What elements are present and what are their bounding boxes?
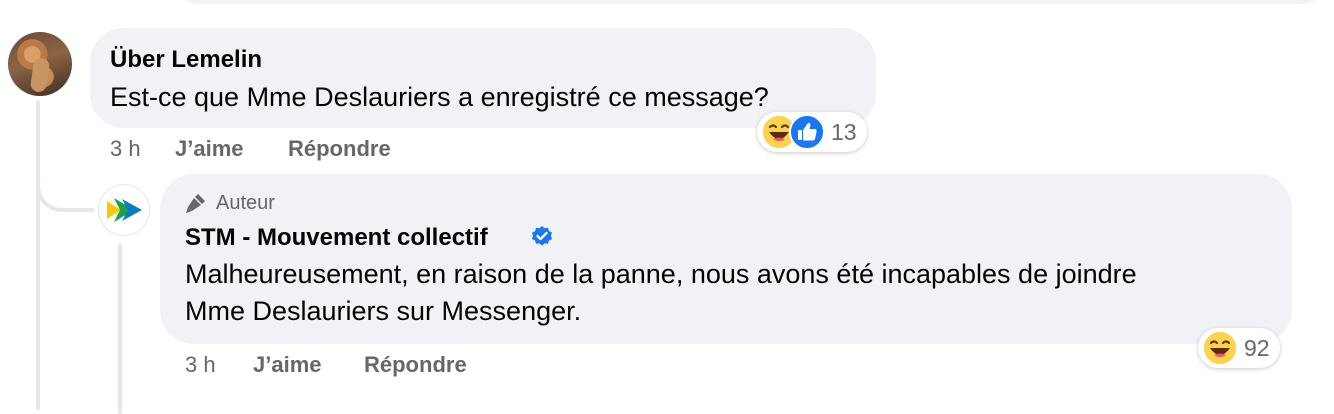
comment-text: Est-ce que Mme Deslauriers a enregistré …	[110, 82, 769, 112]
like-button[interactable]: J’aime	[175, 136, 244, 162]
reply-reply-button[interactable]: Répondre	[364, 352, 467, 378]
author-badge-label: Auteur	[216, 191, 275, 214]
comment-author-name[interactable]: Über Lemelin	[110, 46, 262, 74]
comment-timestamp[interactable]: 3 h	[110, 136, 141, 162]
author-badge: Auteur	[184, 190, 275, 216]
reply-thread-line	[118, 244, 122, 414]
reply-text-line-2: Mme Deslauriers sur Messenger.	[185, 296, 582, 326]
reply-reactions[interactable]: 92	[1198, 328, 1280, 368]
reply-timestamp[interactable]: 3 h	[185, 352, 216, 378]
thread-connector	[36, 150, 94, 212]
like-icon	[789, 114, 825, 150]
reply-button[interactable]: Répondre	[288, 136, 391, 162]
reaction-count: 13	[831, 118, 857, 145]
stm-avatar[interactable]	[98, 184, 150, 236]
avatar[interactable]	[8, 32, 72, 96]
microphone-icon	[186, 194, 205, 213]
stm-logo-icon	[107, 198, 142, 222]
thread-line	[36, 100, 40, 410]
previous-comment-bubble-edge	[170, 0, 1330, 4]
reply-text-line-1: Malheureusement, en raison de la panne, …	[185, 259, 1137, 289]
comment-reactions[interactable]: 13	[757, 112, 867, 152]
reply-author-name[interactable]: STM - Mouvement collectif	[185, 224, 488, 252]
reaction-count: 92	[1244, 334, 1270, 361]
reply-like-button[interactable]: J’aime	[253, 352, 322, 378]
haha-icon	[1202, 330, 1238, 366]
verified-icon	[532, 226, 552, 246]
